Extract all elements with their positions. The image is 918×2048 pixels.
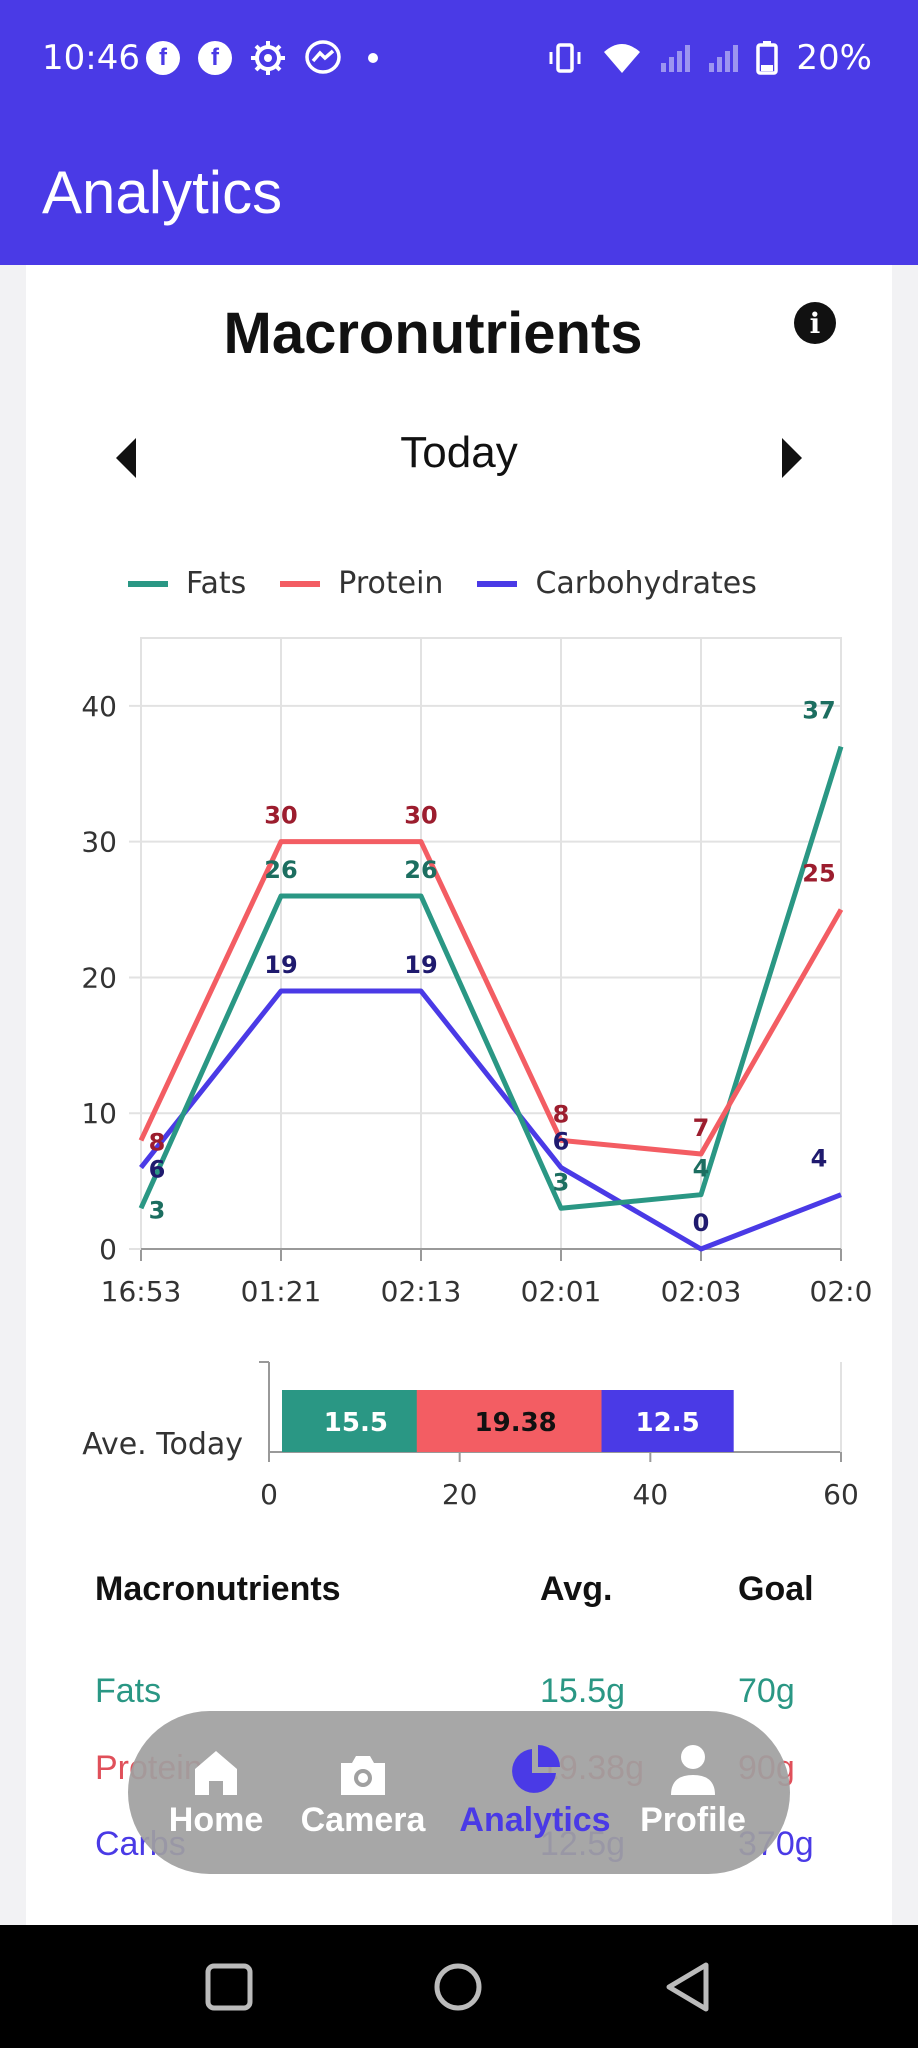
x-tick-label: 02:13 — [381, 1275, 462, 1308]
table-cell-goal: 70g — [738, 1672, 795, 1710]
data-label-carbohydrates: 6 — [553, 1128, 570, 1156]
legend-label: Fats — [186, 566, 247, 601]
bar-value-label: 15.5 — [324, 1408, 388, 1438]
table-header-avg: Avg. — [540, 1570, 613, 1608]
table-cell-avg: 15.5g — [540, 1672, 626, 1710]
recents-square-icon[interactable] — [205, 1963, 253, 2011]
plot-frame — [140, 637, 842, 1250]
messenger-icon — [305, 40, 341, 74]
data-label-protein: 30 — [404, 802, 437, 830]
x-tick-label: 02:0 — [810, 1275, 873, 1308]
status-time: 10:46 — [42, 38, 140, 78]
signal-icon — [709, 45, 739, 72]
data-label-fats: 3 — [149, 1196, 166, 1224]
table-header-goal: Goal — [738, 1570, 814, 1608]
pie-chart-icon — [512, 1745, 560, 1793]
y-tick-label: 0 — [99, 1233, 117, 1266]
x-tick-label: 16:53 — [101, 1275, 182, 1308]
bar-value-label: 12.5 — [636, 1408, 700, 1438]
y-tick-label: 10 — [81, 1097, 117, 1130]
nav-camera-label: Camera — [300, 1801, 426, 1839]
period-label: Today — [400, 428, 518, 477]
data-label-fats: 26 — [404, 856, 437, 884]
vibrate-icon — [549, 43, 581, 73]
x-tick-label: 02:03 — [661, 1275, 742, 1308]
data-label-fats: 37 — [802, 697, 835, 725]
x-tick-label: 20 — [442, 1478, 478, 1511]
battery-icon — [756, 41, 779, 75]
app-bar: 10:46 f f 20% Analytics — [0, 0, 918, 265]
data-label-fats: 4 — [693, 1155, 710, 1183]
data-label-fats: 26 — [264, 856, 297, 884]
legend-item-protein[interactable]: Protein — [280, 566, 443, 601]
x-tick-label: 40 — [633, 1478, 669, 1511]
legend-label: Carbohydrates — [535, 566, 757, 601]
category-label: Ave. Today — [82, 1427, 243, 1462]
facebook-icon: f — [146, 41, 180, 75]
bottom-navigation: Home Camera Analytics Profile — [128, 1711, 790, 1874]
data-label-protein: 8 — [149, 1128, 166, 1156]
x-tick-label: 0 — [260, 1478, 278, 1511]
nav-home[interactable]: Home — [156, 1739, 276, 1840]
nav-analytics[interactable]: Analytics — [450, 1739, 620, 1840]
nav-analytics-label: Analytics — [459, 1801, 611, 1839]
legend-item-carbohydrates[interactable]: Carbohydrates — [477, 566, 757, 601]
legend-label: Protein — [338, 566, 444, 601]
data-label-carbohydrates: 4 — [811, 1145, 828, 1173]
data-label-carbohydrates: 19 — [404, 951, 437, 979]
data-label-carbohydrates: 19 — [264, 951, 297, 979]
table-cell-name: Fats — [95, 1672, 162, 1710]
y-tick-label: 20 — [81, 961, 117, 994]
data-label-carbohydrates: 6 — [149, 1156, 166, 1184]
legend-swatch — [280, 580, 321, 587]
next-period-button[interactable] — [782, 438, 802, 478]
status-icons-right: 20% — [546, 38, 872, 78]
nav-profile-label: Profile — [640, 1801, 746, 1839]
series-line-carbohydrates — [139, 988, 842, 1252]
chart-legend: Fats Protein Carbohydrates — [128, 566, 791, 601]
page-title: Analytics — [42, 159, 283, 226]
y-tick-label: 40 — [81, 690, 117, 723]
nav-camera[interactable]: Camera — [288, 1739, 438, 1840]
data-label-carbohydrates: 0 — [693, 1209, 710, 1237]
data-label-protein: 8 — [553, 1100, 570, 1128]
average-bar-chart: 0 20 40 60 Ave. Today 15.5 19.38 12.5 — [82, 1361, 859, 1511]
data-label-fats: 3 — [553, 1168, 570, 1196]
battery-percent: 20% — [796, 38, 872, 78]
system-nav-bar — [0, 1925, 918, 2048]
profile-icon — [671, 1745, 715, 1795]
x-tick-label: 60 — [823, 1478, 859, 1511]
back-triangle-icon[interactable] — [664, 1961, 712, 2013]
bar-value-label: 19.38 — [475, 1408, 557, 1438]
card-title: Macronutrients — [223, 301, 643, 366]
camera-icon — [341, 1756, 385, 1795]
table-header-name: Macronutrients — [95, 1570, 341, 1608]
info-icon[interactable]: i — [794, 302, 836, 344]
macronutrient-line-chart: 16:53 01:21 02:13 02:01 02:03 02:001020304032… — [81, 637, 873, 1308]
signal-icon — [661, 45, 691, 72]
home-circle-icon[interactable] — [433, 1962, 483, 2012]
legend-swatch — [477, 580, 518, 587]
x-tick-label: 02:01 — [521, 1275, 602, 1308]
nav-home-label: Home — [168, 1801, 264, 1839]
legend-item-fats[interactable]: Fats — [128, 566, 246, 601]
x-tick-label: 01:21 — [241, 1275, 322, 1308]
settings-gear-icon — [251, 41, 285, 75]
series-line-protein — [138, 839, 844, 1157]
notification-dot — [368, 53, 378, 63]
y-tick-label: 30 — [81, 826, 117, 859]
facebook-icon: f — [198, 41, 232, 75]
home-icon — [195, 1751, 237, 1795]
wifi-icon — [604, 44, 641, 73]
data-label-protein: 30 — [264, 802, 297, 830]
legend-swatch — [128, 580, 168, 587]
nav-profile[interactable]: Profile — [628, 1739, 758, 1840]
data-label-protein: 7 — [693, 1114, 710, 1142]
status-icons-left: f f — [146, 40, 378, 76]
data-label-protein: 25 — [802, 860, 835, 888]
